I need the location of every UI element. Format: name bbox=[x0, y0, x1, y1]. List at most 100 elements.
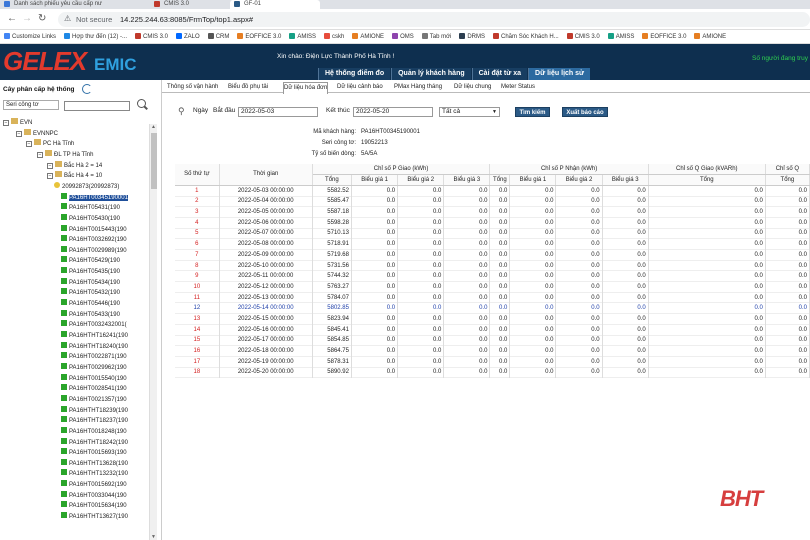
table-row[interactable]: 4 2022-05-06 00:00:00 5598.28 0.0 0.0 0.0 0.0 0… bbox=[175, 217, 810, 229]
table-row[interactable]: 6 2022-05-08 00:00:00 5718.91 0.0 0.0 0.0 0.0 0… bbox=[175, 238, 810, 250]
bookmark-item[interactable]: EOFFICE 3.0 bbox=[237, 31, 281, 43]
bookmark-item[interactable]: AMIONE bbox=[352, 31, 384, 43]
scroll-down-icon[interactable]: ▼ bbox=[151, 534, 156, 540]
bookmark-item[interactable]: Hợp thư đến (12) -... bbox=[64, 31, 127, 43]
collapse-icon[interactable]: − bbox=[47, 173, 53, 180]
tree-node[interactable]: PA16HTHT18240(190 bbox=[61, 341, 128, 352]
tree-node[interactable]: PA16HTHT18239(190 bbox=[61, 405, 128, 416]
main-menu-item[interactable]: Cài đặt từ xa bbox=[471, 68, 528, 80]
bookmark-item[interactable]: cskh bbox=[324, 31, 344, 43]
tree-node[interactable]: PA16HTHT18237(190 bbox=[61, 416, 128, 426]
bookmark-item[interactable]: Customize Links bbox=[4, 31, 56, 43]
search-icon[interactable] bbox=[137, 99, 146, 108]
start-date-input[interactable]: 2022-05-03 bbox=[238, 107, 318, 117]
collapse-icon[interactable]: − bbox=[26, 141, 32, 148]
forward-icon[interactable]: → bbox=[22, 13, 32, 25]
tree-node[interactable]: PA16HT0022871(190 bbox=[61, 352, 127, 362]
bookmark-item[interactable]: DRMS bbox=[459, 31, 485, 43]
tree-node[interactable]: PA16HT05435(190 bbox=[61, 267, 120, 277]
tree-node[interactable]: − Bắc Hà 2 = 14 bbox=[47, 160, 102, 171]
collapse-icon[interactable]: − bbox=[47, 162, 53, 169]
tree-node[interactable]: PA16HT0015540(190 bbox=[61, 373, 127, 384]
tree-node[interactable]: PA16HTHT16241(190 bbox=[61, 331, 128, 341]
scroll-up-icon[interactable]: ▲ bbox=[151, 124, 156, 130]
main-menu-item[interactable]: Hệ thống điểm đo bbox=[318, 68, 391, 80]
warning-icon[interactable]: ⚠ bbox=[64, 14, 71, 23]
tree-node[interactable]: − EVN bbox=[3, 118, 32, 128]
bookmark-item[interactable]: ZALO bbox=[176, 31, 200, 43]
export-report-button[interactable]: Xuất báo cáo bbox=[562, 107, 608, 117]
bookmark-item[interactable]: AMISS bbox=[607, 31, 634, 43]
tree-node[interactable]: PA16HT0032692(190 bbox=[61, 235, 127, 245]
tree-node[interactable]: PA16HT0021357(190 bbox=[61, 394, 127, 405]
sub-tab[interactable]: Biểu đồ phụ tải bbox=[228, 82, 268, 93]
table-row[interactable]: 18 2022-05-20 00:00:00 5890.92 0.0 0.0 0.0 0.0… bbox=[175, 367, 810, 378]
bookmark-item[interactable]: EOFFICE 3.0 bbox=[642, 31, 686, 43]
table-row[interactable]: 10 2022-05-12 00:00:00 5763.27 0.0 0.0 0.0 0.0… bbox=[175, 281, 810, 293]
url-field[interactable]: ⚠ Not secure 14.225.244.63:8085/FrmTop/t… bbox=[58, 12, 810, 27]
tree-node[interactable]: PA16HT0029962(190 bbox=[61, 362, 127, 373]
sub-tab[interactable]: Dữ liệu cảnh báo bbox=[337, 82, 383, 93]
bookmark-item[interactable]: CMIS 3.0 bbox=[135, 31, 168, 43]
main-menu-item[interactable]: Quản lý khách hàng bbox=[391, 68, 471, 80]
tree-node[interactable]: − Bắc Hà 4 = 10 bbox=[47, 171, 102, 181]
table-row[interactable]: 1 2022-05-03 00:00:00 5582.52 0.0 0.0 0.0 0.0 0… bbox=[175, 185, 810, 197]
sub-tab[interactable]: Dữ liệu hóa đơn bbox=[283, 82, 329, 94]
table-row[interactable]: 9 2022-05-11 00:00:00 5744.32 0.0 0.0 0.0 0.0 0… bbox=[175, 270, 810, 282]
table-row[interactable]: 2 2022-05-04 00:00:00 5585.47 0.0 0.0 0.0 0.0 0… bbox=[175, 196, 810, 207]
table-row[interactable]: 3 2022-05-05 00:00:00 5587.18 0.0 0.0 0.0 0.0 0… bbox=[175, 206, 810, 218]
tree-node[interactable]: − PC Hà Tĩnh bbox=[26, 139, 74, 149]
tree-node[interactable]: PA16HTHT18242(190 bbox=[61, 437, 128, 448]
collapse-icon[interactable]: − bbox=[3, 120, 9, 126]
table-row[interactable]: 13 2022-05-15 00:00:00 5823.94 0.0 0.0 0.0 0.0… bbox=[175, 313, 810, 325]
bookmark-item[interactable]: OMS bbox=[392, 31, 414, 43]
sub-tab[interactable]: Thông số vận hành bbox=[167, 82, 218, 93]
tree-node[interactable]: PA16HT0018248(190 bbox=[61, 426, 127, 437]
bookmark-item[interactable]: CRM bbox=[207, 31, 229, 43]
table-row[interactable]: 17 2022-05-19 00:00:00 5878.31 0.0 0.0 0.0 0.0… bbox=[175, 356, 810, 368]
tree-node[interactable]: PA16HT00345190001 bbox=[61, 192, 128, 203]
tree-node[interactable]: PA16HT05432(190 bbox=[61, 288, 120, 298]
type-select[interactable]: Tất cả ▼ bbox=[439, 107, 500, 117]
tree-node[interactable]: PA16HT0028541(190 bbox=[61, 384, 127, 394]
tree-node[interactable]: PA16HTHT13232(190 bbox=[61, 469, 128, 479]
bookmark-item[interactable]: AMISS bbox=[289, 31, 316, 43]
tree-node[interactable]: PA16HT05434(190 bbox=[61, 277, 120, 288]
table-row[interactable]: 15 2022-05-17 00:00:00 5854.85 0.0 0.0 0.0 0.0… bbox=[175, 335, 810, 346]
tree-node[interactable]: PA16HT0015634(190 bbox=[61, 501, 127, 511]
bookmark-item[interactable]: Chăm Sóc Khách H... bbox=[493, 31, 559, 43]
tree-node[interactable]: PA16HT05431(190 bbox=[61, 203, 120, 213]
tree-node[interactable]: PA16HT0033044(190 bbox=[61, 490, 127, 501]
tree-node[interactable]: PA16HT0029989(190 bbox=[61, 245, 127, 256]
search-type-select[interactable]: Seri công tơ bbox=[3, 100, 59, 110]
table-row[interactable]: 5 2022-05-07 00:00:00 5710.13 0.0 0.0 0.0 0.0 0… bbox=[175, 228, 810, 239]
bookmark-item[interactable]: CMIS 3.0 bbox=[566, 31, 600, 43]
sub-tab[interactable]: Meter Status bbox=[501, 82, 535, 93]
tree-node[interactable]: PA16HT05433(190 bbox=[61, 309, 120, 320]
bookmark-item[interactable]: Tab mới bbox=[421, 31, 451, 43]
table-row[interactable]: 12 2022-05-14 00:00:00 5802.85 0.0 0.0 0.0 0.0… bbox=[175, 302, 810, 314]
tree-node[interactable]: PA16HT0032432001( bbox=[61, 320, 127, 330]
table-row[interactable]: 11 2022-05-13 00:00:00 5784.07 0.0 0.0 0.0 0.0… bbox=[175, 292, 810, 303]
sub-tab[interactable]: Dữ liệu chung bbox=[454, 82, 491, 93]
collapse-icon[interactable]: − bbox=[16, 130, 22, 137]
tree-node[interactable]: 20992873(20992873) bbox=[54, 181, 119, 192]
tree-node[interactable]: − EVNNPC bbox=[16, 128, 58, 139]
tree-node[interactable]: PA16HTHT13627(190 bbox=[61, 512, 128, 522]
tree-scrollbar[interactable]: ▲ ▼ bbox=[149, 124, 157, 540]
collapse-icon[interactable]: − bbox=[37, 151, 43, 158]
table-row[interactable]: 7 2022-05-09 00:00:00 5719.68 0.0 0.0 0.0 0.0 0… bbox=[175, 249, 810, 261]
table-row[interactable]: 8 2022-05-10 00:00:00 5731.56 0.0 0.0 0.0 0.0 0… bbox=[175, 260, 810, 271]
scroll-thumb[interactable] bbox=[151, 133, 157, 189]
tree-node[interactable]: PA16HT0015693(190 bbox=[61, 448, 127, 458]
tree-node[interactable]: PA16HT05430(190 bbox=[61, 213, 120, 224]
table-row[interactable]: 14 2022-05-16 00:00:00 5845.41 0.0 0.0 0.0 0.0… bbox=[175, 324, 810, 335]
tree-node[interactable]: PA16HT05429(190 bbox=[61, 256, 120, 266]
tree-node[interactable]: PA16HT0015443(190 bbox=[61, 224, 127, 235]
browser-tab[interactable]: CMIS 3.0 bbox=[150, 0, 220, 9]
search-button[interactable]: Tìm kiếm bbox=[515, 107, 550, 117]
browser-tab[interactable]: GF-01 bbox=[230, 0, 320, 9]
tree-node[interactable]: PA16HT0015692(190 bbox=[61, 480, 127, 490]
bookmark-item[interactable]: AMIONE bbox=[694, 31, 726, 43]
tree-node[interactable]: − ĐL TP Hà Tĩnh bbox=[37, 149, 93, 160]
